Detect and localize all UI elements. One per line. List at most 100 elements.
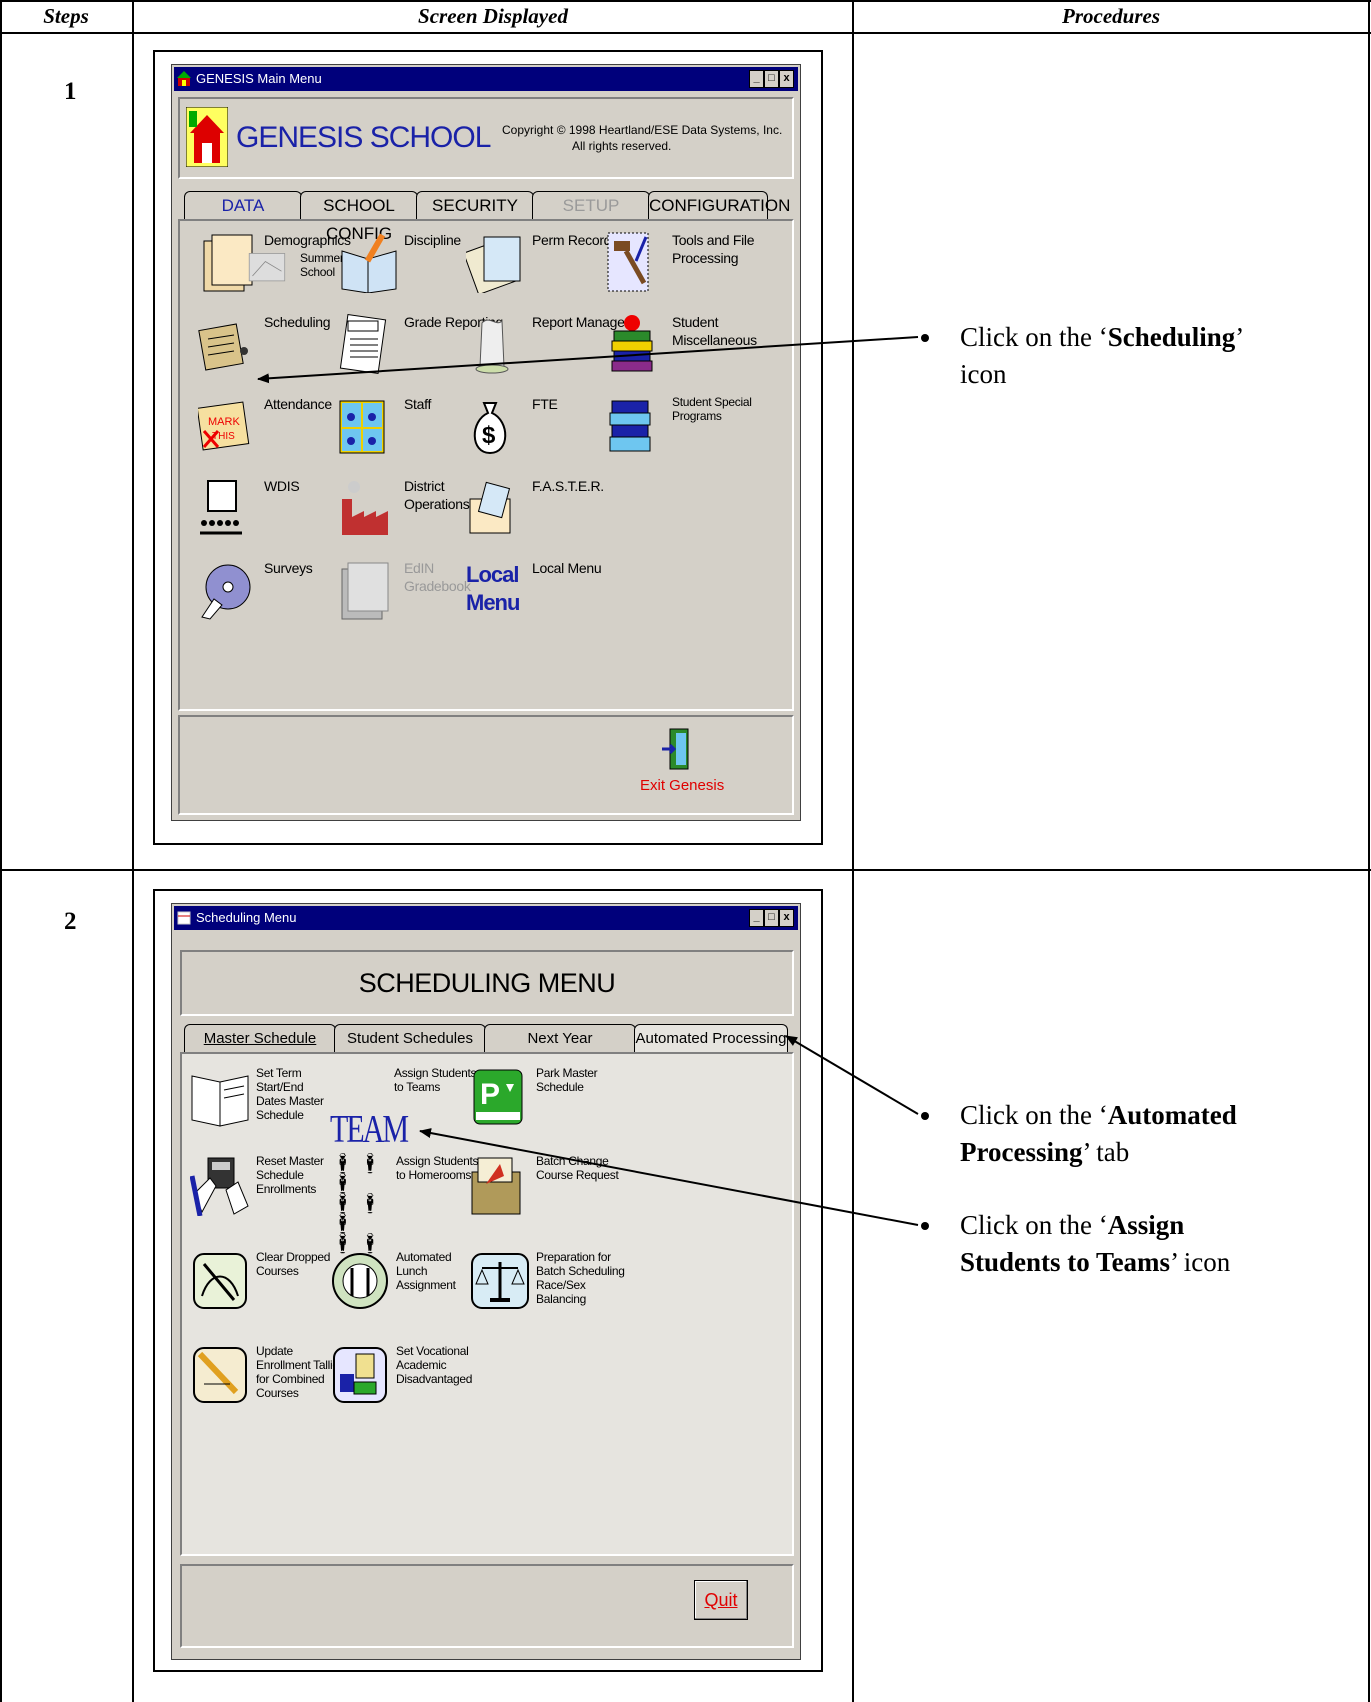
set-term-item[interactable]: Set Term Start/End Dates Master Schedule [190, 1066, 324, 1128]
attendance-item[interactable]: MARK THIS Attendance [198, 395, 332, 457]
clear-label-2: Courses [256, 1264, 299, 1278]
tools-label-2: Processing [672, 250, 739, 266]
open-book-icon [191, 1075, 249, 1127]
voc-label-1: Set Vocational [396, 1344, 469, 1358]
clear-dropped-item[interactable]: Clear Dropped Courses [190, 1250, 330, 1312]
folder-arrow-icon [471, 1157, 521, 1215]
maximize-button[interactable]: □ [764, 909, 779, 927]
minimize-button[interactable]: _ [749, 909, 764, 927]
surveys-item[interactable]: Surveys [198, 559, 313, 621]
col-divider-1 [132, 0, 134, 1702]
report-manager-item[interactable]: Report Manager [466, 313, 629, 375]
faster-item[interactable]: F.A.S.T.E.R. [466, 477, 604, 539]
quit-button[interactable]: Quit [694, 1580, 748, 1620]
tab-student-schedules[interactable]: Student Schedules [334, 1024, 486, 1052]
scheduling-item[interactable]: Scheduling [198, 313, 331, 375]
col-divider-2 [852, 0, 854, 1702]
proc2b-bold-2: Students to Teams [960, 1247, 1171, 1277]
clear-courses-icon [193, 1253, 247, 1309]
faster-label: F.A.S.T.E.R. [532, 478, 604, 494]
homerooms-label-1: Assign Students [396, 1154, 479, 1168]
reset-master-item[interactable]: Reset Master Schedule Enrollments [190, 1154, 324, 1216]
genesis-main-menu-window: GENESIS Main Menu _ □ x GENESIS SCHOOL C… [171, 64, 801, 821]
maximize-button[interactable]: □ [764, 70, 779, 88]
batch-change-item[interactable]: Batch Change Course Request [470, 1154, 619, 1216]
attendance-label: Attendance [264, 396, 332, 412]
prep-label-4: Balancing [536, 1292, 587, 1306]
staff-icon [339, 400, 385, 454]
proc2b-bold-1: Assign [1107, 1210, 1185, 1240]
set-term-label-3: Dates Master [256, 1094, 324, 1108]
scheduling-label: Scheduling [264, 314, 331, 330]
set-vocational-item[interactable]: Set Vocational Academic Disadvantaged [330, 1344, 472, 1406]
proc1-suffix: ’ [1235, 322, 1245, 352]
table-left-border [0, 0, 2, 1702]
tab-data[interactable]: DATA [184, 191, 302, 219]
wdis-item[interactable]: WDIS [198, 477, 300, 539]
tools-item[interactable]: Tools and File Processing [606, 231, 754, 293]
special-label-2: Programs [672, 409, 722, 423]
window-titlebar[interactable]: Scheduling Menu _ □ x [174, 906, 798, 930]
local-icon-text-1: Local [466, 562, 519, 587]
tab-next-year[interactable]: Next Year [484, 1024, 636, 1052]
summer-school-icon [248, 253, 286, 282]
student-misc-item[interactable]: Student Miscellaneous [606, 313, 757, 375]
row-divider [0, 869, 1371, 871]
student-special-item[interactable]: Student Special Programs [606, 395, 752, 457]
copyright-line-2: All rights reserved. [572, 139, 672, 153]
assign-homerooms-item[interactable]: 🕴︎🕴︎🕴︎ 🕴︎🕴︎🕴︎ 🕴︎🕴︎ Assign Students to Homer… [330, 1154, 479, 1254]
proc1-bold: Scheduling [1107, 322, 1236, 352]
tab-school-config[interactable]: SCHOOL CONFIG [300, 191, 418, 243]
house-icon [177, 71, 191, 86]
report-card-icon [339, 314, 387, 374]
fte-item[interactable]: $ FTE [466, 395, 558, 457]
staff-item[interactable]: Staff [338, 395, 431, 457]
local-menu-label: Local Menu [532, 560, 602, 576]
fte-label: FTE [532, 396, 558, 412]
table-top-border [0, 0, 1371, 2]
header-screen-displayed: Screen Displayed [418, 4, 568, 28]
reset-label-1: Reset Master [256, 1154, 324, 1168]
proc1-prefix: Click on the ‘ [960, 322, 1108, 352]
tab-automated-processing[interactable]: Automated Processing [634, 1024, 788, 1052]
district-operations-item[interactable]: District Operations [338, 477, 470, 539]
discipline-item[interactable]: Discipline [338, 231, 461, 293]
header-steps: Steps [43, 4, 89, 28]
close-button[interactable]: x [779, 909, 794, 927]
money-bag-icon: $ [473, 402, 507, 455]
automated-lunch-item[interactable]: Automated Lunch Assignment [330, 1250, 456, 1312]
window-titlebar[interactable]: GENESIS Main Menu _ □ x [174, 67, 798, 91]
procedure-step-2b: Click on the ‘Assign Students to Teams’ i… [921, 1207, 1340, 1281]
discipline-label: Discipline [404, 232, 461, 248]
assign-teams-label-1: Assign Students [394, 1066, 477, 1080]
update-enrollment-item[interactable]: Update Enrollment Tallies for Combined Cour… [190, 1344, 345, 1406]
summer-school-item[interactable]: Summer School [246, 247, 344, 297]
district-label-1: District [404, 478, 445, 494]
minimize-button[interactable]: _ [749, 70, 764, 88]
books-apple-icon [611, 315, 653, 372]
student-misc-label-1: Student [672, 314, 719, 330]
tab-master-schedule[interactable]: Master Schedule [184, 1024, 336, 1052]
tab-configuration[interactable]: CONFIGURATION [648, 191, 790, 219]
book-pencil-icon [341, 233, 397, 293]
assign-teams-item[interactable]: TEAM Assign Students to Teams [330, 1066, 477, 1151]
menu-title: SCHEDULING MENU [358, 968, 616, 998]
park-label-1: Park Master [536, 1066, 598, 1080]
close-button[interactable]: x [779, 70, 794, 88]
proc2a-prefix: Click on the ‘ [960, 1100, 1108, 1130]
perm-records-item[interactable]: Perm Records [466, 231, 618, 293]
prep-batch-item[interactable]: Preparation for Batch Scheduling Race/Sex B… [470, 1250, 625, 1312]
clear-label-1: Clear Dropped [256, 1250, 331, 1264]
special-programs-icon [609, 400, 651, 452]
report-manager-icon [475, 319, 509, 374]
wdis-label: WDIS [264, 478, 300, 494]
edin-gradebook-item[interactable]: EdIN Gradebook [338, 559, 471, 621]
update-label-3: for Combined [256, 1372, 325, 1386]
park-master-item[interactable]: P Park Master Schedule [470, 1066, 598, 1128]
tab-setup[interactable]: SETUP [532, 191, 650, 219]
local-menu-item[interactable]: Local Menu Local Menu [466, 559, 602, 623]
tab-security[interactable]: SECURITY [416, 191, 534, 219]
local-menu-icon: Local Menu [466, 559, 528, 623]
exit-genesis-button[interactable]: Exit Genesis [640, 777, 724, 794]
header-row-divider [0, 32, 1371, 34]
